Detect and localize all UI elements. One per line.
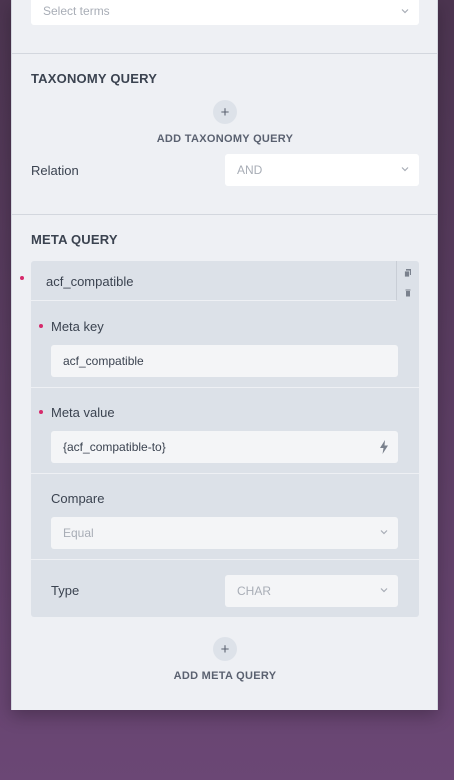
taxonomy-query-title: TAXONOMY QUERY [31, 71, 158, 86]
required-indicator [39, 324, 43, 328]
row-divider [31, 473, 419, 474]
row-divider [31, 559, 419, 560]
required-indicator [39, 410, 43, 414]
plus-icon: + [220, 640, 230, 658]
copy-icon[interactable] [403, 265, 413, 278]
meta-key-label: Meta key [51, 319, 104, 334]
compare-value: Equal [63, 526, 94, 540]
add-taxonomy-query-button[interactable]: + [213, 100, 237, 124]
meta-query-item-title: acf_compatible [46, 274, 134, 289]
meta-query-title: META QUERY [31, 232, 118, 247]
type-select[interactable]: CHAR [225, 575, 398, 607]
meta-value-value: {acf_compatible-to} [63, 440, 166, 454]
meta-value-label: Meta value [51, 405, 115, 420]
section-divider [12, 214, 437, 215]
row-divider [31, 387, 419, 388]
select-terms-dropdown[interactable]: Select terms [31, 0, 419, 25]
section-divider [12, 53, 437, 54]
compare-select[interactable]: Equal [51, 517, 398, 549]
chevron-down-icon [380, 528, 388, 536]
meta-query-item: acf_compatible Meta key acf_compatible M… [31, 261, 419, 617]
relation-value: AND [237, 163, 263, 177]
type-label: Type [51, 583, 80, 598]
meta-value-input[interactable]: {acf_compatible-to} [51, 431, 398, 463]
relation-label: Relation [31, 163, 79, 178]
meta-query-item-header[interactable]: acf_compatible [31, 261, 397, 301]
chevron-down-icon [401, 165, 409, 173]
add-meta-query-button[interactable]: + [213, 637, 237, 661]
plus-icon: + [220, 103, 230, 121]
add-taxonomy-query-label[interactable]: ADD TAXONOMY QUERY [125, 133, 325, 145]
dynamic-tag-icon[interactable] [379, 440, 389, 454]
chevron-down-icon [380, 586, 388, 594]
compare-label: Compare [51, 491, 105, 506]
settings-panel: Select terms TAXONOMY QUERY + ADD TAXONO… [11, 0, 438, 710]
chevron-down-icon [401, 7, 409, 15]
relation-select[interactable]: AND [225, 154, 419, 186]
required-indicator [20, 276, 24, 280]
type-value: CHAR [237, 584, 272, 598]
trash-icon[interactable] [403, 285, 413, 297]
meta-key-value: acf_compatible [63, 354, 144, 368]
meta-key-input[interactable]: acf_compatible [51, 345, 398, 377]
add-meta-query-label[interactable]: ADD META QUERY [125, 670, 325, 682]
select-terms-placeholder: Select terms [43, 4, 110, 18]
